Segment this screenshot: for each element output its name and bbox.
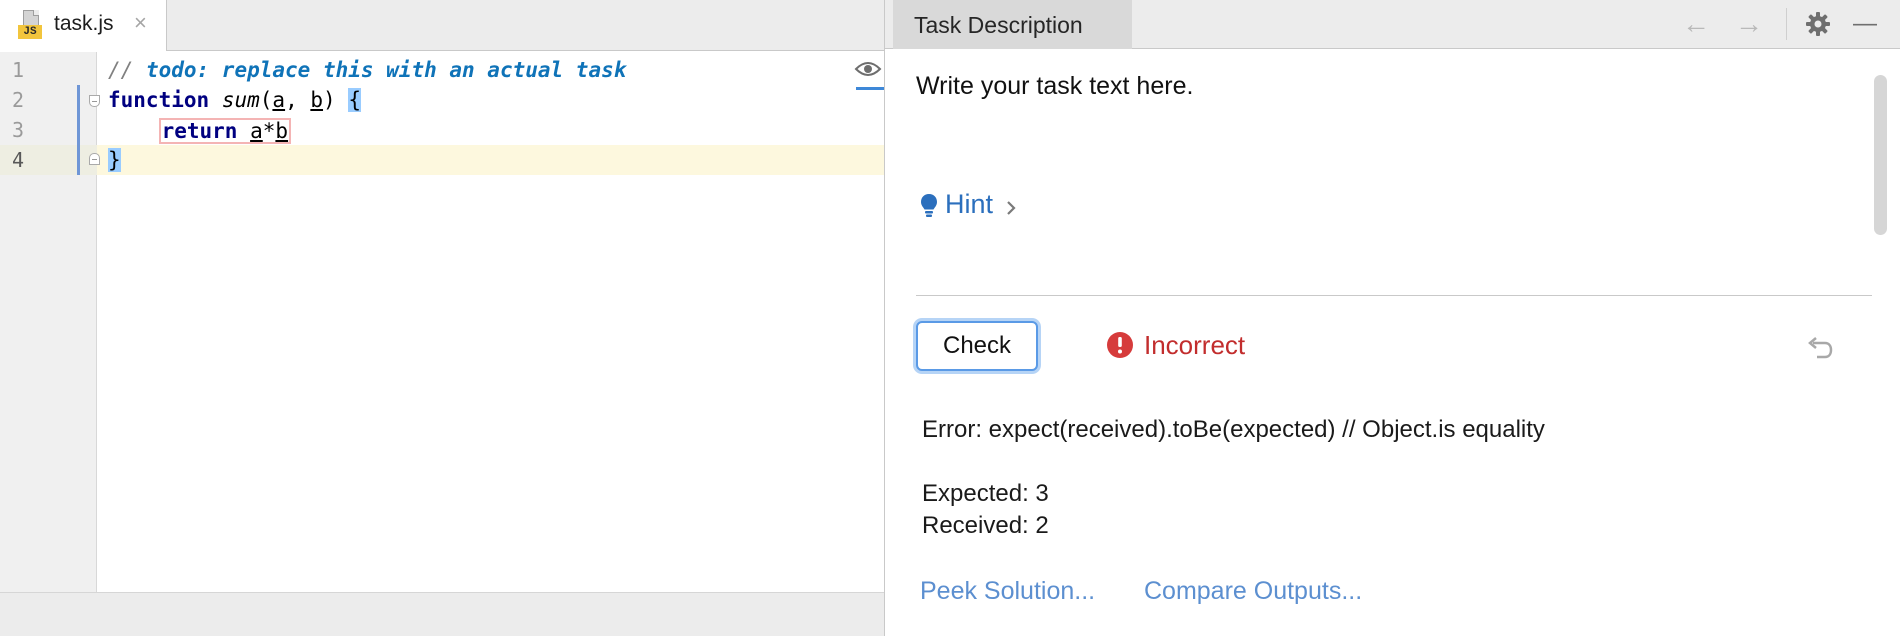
code-line-3[interactable]: 3 return a*b xyxy=(0,115,884,145)
code-text[interactable]: return a*b xyxy=(108,118,292,144)
matched-brace: { xyxy=(348,88,361,112)
lightbulb-icon xyxy=(921,194,937,217)
line-number: 2 xyxy=(12,88,25,112)
code-line-1[interactable]: 1 // todo: replace this with an actual t… xyxy=(0,55,884,85)
panel-header: Task Description ← → — xyxy=(885,0,1900,49)
task-description-panel: Task Description ← → — Write your task t… xyxy=(885,0,1900,636)
check-button[interactable]: Check xyxy=(916,321,1038,371)
line-number: 3 xyxy=(12,118,25,142)
code-text[interactable]: function sum(a, b) { xyxy=(108,88,361,112)
status-label: Incorrect xyxy=(1144,330,1246,360)
forward-arrow-icon[interactable]: → xyxy=(1734,8,1764,40)
line-number: 1 xyxy=(12,58,25,82)
app-window: JS task.js × 1 // todo: replace this wit… xyxy=(0,0,1900,636)
scrollbar-thumb[interactable] xyxy=(1874,75,1887,235)
back-arrow-icon[interactable]: ← xyxy=(1681,8,1711,40)
panel-title: Task Description xyxy=(914,12,1083,38)
tab-task-description[interactable]: Task Description xyxy=(893,0,1132,49)
compare-outputs-link[interactable]: Compare Outputs... xyxy=(1144,577,1362,606)
code-line-4[interactable]: 4 } xyxy=(0,145,884,175)
section-divider xyxy=(916,295,1872,296)
js-file-icon: JS xyxy=(18,10,44,40)
code-text[interactable]: } xyxy=(108,148,121,172)
change-marker[interactable] xyxy=(77,85,80,175)
editor-status-bar xyxy=(0,592,884,636)
matched-brace: } xyxy=(108,148,121,172)
received-value: Received: 2 xyxy=(922,512,1049,539)
code-editor: JS task.js × 1 // todo: replace this wit… xyxy=(0,0,884,636)
fold-icon[interactable] xyxy=(89,95,100,107)
close-icon[interactable]: × xyxy=(134,11,147,35)
tab-label: task.js xyxy=(54,12,114,35)
error-highlight: return a*b xyxy=(158,118,292,144)
peek-solution-link[interactable]: Peek Solution... xyxy=(920,577,1095,606)
minimize-icon[interactable]: — xyxy=(1850,8,1880,40)
code-line-2[interactable]: 2 function sum(a, b) { xyxy=(0,85,884,115)
task-text: Write your task text here. xyxy=(916,72,1194,100)
expected-value: Expected: 3 xyxy=(922,480,1049,507)
tab-task-js[interactable]: JS task.js × xyxy=(0,0,167,52)
error-message: Error: expect(received).toBe(expected) /… xyxy=(922,416,1545,443)
header-separator xyxy=(1786,8,1787,40)
code-text[interactable]: // todo: replace this with an actual tas… xyxy=(108,58,626,82)
editor-tab-bar: JS task.js × xyxy=(0,0,884,52)
line-number: 4 xyxy=(12,148,25,172)
eye-active-indicator xyxy=(856,87,884,90)
error-icon xyxy=(1107,332,1133,358)
todo-comment: todo: replace this with an actual task xyxy=(145,58,627,82)
chevron-right-icon xyxy=(1007,201,1016,215)
hint-label[interactable]: Hint xyxy=(945,189,993,220)
fold-icon[interactable] xyxy=(89,153,100,165)
gear-icon[interactable] xyxy=(1805,11,1831,37)
undo-icon[interactable] xyxy=(1804,333,1834,363)
